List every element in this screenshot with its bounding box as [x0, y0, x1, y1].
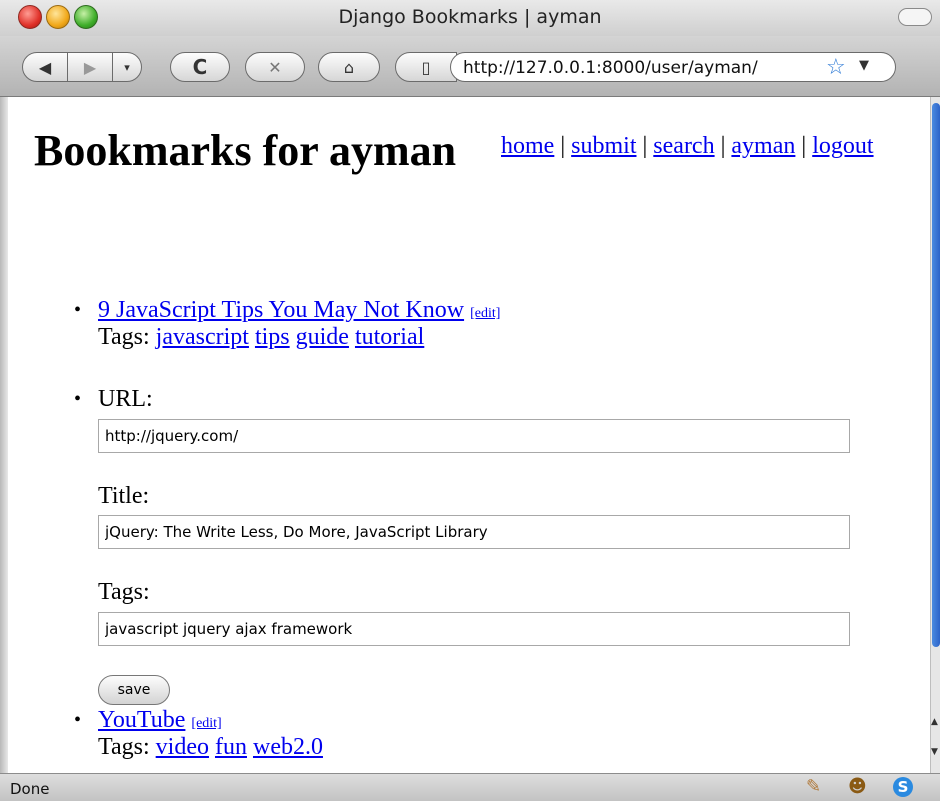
bookmark-tags-row: Tags: video fun web2.0 — [98, 734, 858, 761]
nav-search-link[interactable]: search — [653, 133, 714, 159]
tag-link[interactable]: video — [156, 734, 209, 760]
save-button[interactable]: save — [98, 675, 170, 705]
tag-link[interactable]: guide — [296, 324, 349, 350]
bullet-icon: • — [74, 709, 82, 731]
toolbar-toggle-icon[interactable] — [898, 8, 932, 26]
addon-icon[interactable]: ✎ — [806, 776, 821, 797]
nav-home-link[interactable]: home — [501, 133, 554, 159]
title-label: Title: — [98, 483, 150, 509]
bookmark-star-icon[interactable]: ☆ — [826, 55, 846, 80]
url-label: URL: — [98, 386, 153, 412]
scroll-up-icon[interactable]: ▲ — [931, 717, 938, 727]
back-icon: ◀ — [38, 57, 52, 77]
scrollbar-thumb[interactable] — [932, 103, 940, 647]
nav-logout-link[interactable]: logout — [812, 133, 873, 159]
page-content: Bookmarks for ayman home | submit | sear… — [8, 97, 930, 773]
tag-link[interactable]: fun — [215, 734, 247, 760]
url-text[interactable]: http://127.0.0.1:8000/user/ayman/ — [463, 58, 758, 78]
address-bar[interactable]: http://127.0.0.1:8000/user/ayman/ ☆ ▼ — [450, 52, 896, 82]
title-field[interactable] — [98, 515, 850, 549]
tag-link[interactable]: tutorial — [355, 324, 424, 350]
skype-icon[interactable]: S — [893, 777, 913, 797]
page-icon: ▯ — [421, 57, 431, 77]
browser-window: Django Bookmarks | ayman ◀ ▶ ▾ C ✕ ⌂ ▯ h… — [0, 0, 940, 801]
tags-label: Tags: — [98, 324, 150, 350]
nav-user-link[interactable]: ayman — [731, 133, 795, 159]
chevron-down-icon: ▾ — [124, 60, 130, 74]
window-title: Django Bookmarks | ayman — [338, 6, 602, 28]
edit-link[interactable]: [edit] — [470, 306, 500, 321]
back-button[interactable]: ◀ — [22, 52, 68, 82]
url-dropdown-icon[interactable]: ▼ — [859, 58, 869, 73]
bookmark-title-row: 9 JavaScript Tips You May Not Know [edit… — [98, 297, 858, 324]
nav-separator: | — [720, 133, 726, 159]
tags-field[interactable] — [98, 612, 850, 646]
nav-separator: | — [642, 133, 648, 159]
bookmark-title-link[interactable]: 9 JavaScript Tips You May Not Know — [98, 297, 464, 323]
nav-separator: | — [560, 133, 566, 159]
edit-link[interactable]: [edit] — [191, 716, 221, 731]
tags-label: Tags: — [98, 734, 150, 760]
bookmark-title-row: YouTube [edit] — [98, 707, 858, 734]
tag-link[interactable]: javascript — [156, 324, 249, 350]
top-nav: home | submit | search | ayman | logout — [501, 133, 874, 160]
stop-icon: ✕ — [268, 57, 282, 77]
tag-link[interactable]: tips — [255, 324, 290, 350]
reload-icon: C — [192, 55, 208, 79]
history-dropdown-button[interactable]: ▾ — [112, 52, 142, 82]
bullet-icon: • — [74, 299, 82, 321]
bookmark-title-link[interactable]: YouTube — [98, 707, 185, 733]
home-button[interactable]: ⌂ — [318, 52, 380, 82]
sidebar-edge — [0, 97, 8, 773]
home-icon: ⌂ — [343, 57, 355, 77]
url-field[interactable] — [98, 419, 850, 453]
tags-field-label: Tags: — [98, 579, 150, 605]
title-bar: Django Bookmarks | ayman — [0, 0, 940, 36]
greasemonkey-icon[interactable]: ☻ — [848, 776, 867, 797]
bullet-icon: • — [74, 388, 82, 410]
edit-form-item: • URL: Title: Tags: save — [74, 386, 858, 705]
list-item: • 9 JavaScript Tips You May Not Know [ed… — [74, 297, 858, 351]
nav-separator: | — [801, 133, 807, 159]
scroll-down-icon[interactable]: ▼ — [931, 747, 938, 757]
bookmark-tags-row: Tags: javascript tips guide tutorial — [98, 324, 858, 351]
status-bar: Done ✎ ☻ S — [0, 773, 940, 801]
stop-button[interactable]: ✕ — [245, 52, 305, 82]
list-item: • YouTube [edit] Tags: video fun web2.0 — [74, 707, 858, 761]
status-text: Done — [10, 780, 50, 798]
reload-button[interactable]: C — [170, 52, 230, 82]
tag-link[interactable]: web2.0 — [253, 734, 323, 760]
forward-icon: ▶ — [83, 57, 97, 77]
navigation-toolbar: ◀ ▶ ▾ C ✕ ⌂ ▯ http://127.0.0.1:8000/user… — [0, 36, 940, 97]
vertical-scrollbar[interactable]: ▲ ▼ — [930, 97, 940, 773]
nav-submit-link[interactable]: submit — [571, 133, 636, 159]
page-title: Bookmarks for ayman — [34, 126, 457, 175]
forward-button[interactable]: ▶ — [67, 52, 113, 82]
page-info-button[interactable]: ▯ — [395, 52, 457, 82]
